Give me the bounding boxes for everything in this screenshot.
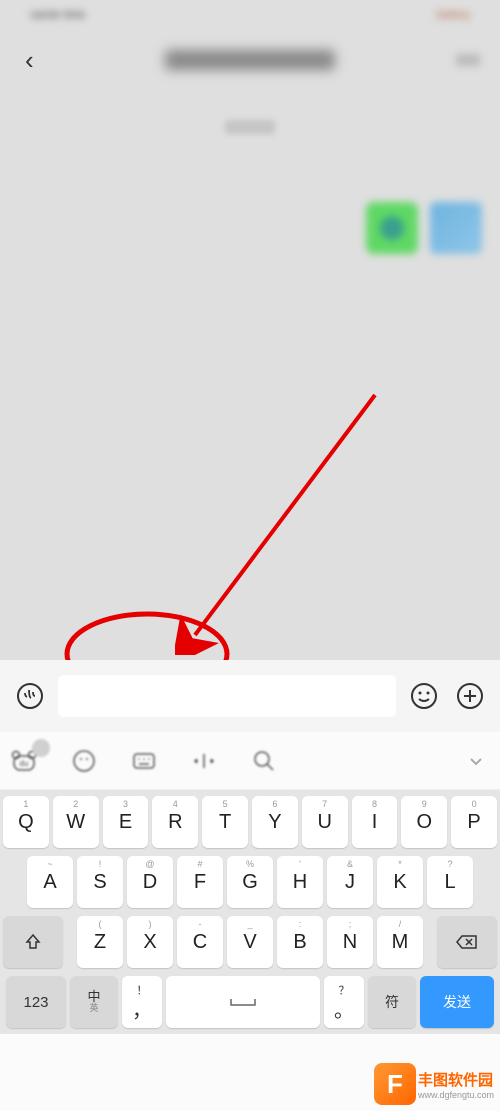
key-h[interactable]: 'H — [277, 856, 323, 908]
comma-main: ， — [132, 994, 152, 1023]
key-z[interactable]: (Z — [77, 916, 123, 968]
key-l[interactable]: ?L — [427, 856, 473, 908]
key-t[interactable]: 5T — [202, 796, 248, 848]
send-key[interactable]: 发送 — [420, 976, 494, 1028]
symbol-key[interactable]: 符 — [368, 976, 416, 1028]
key-p[interactable]: 0P — [451, 796, 497, 848]
lang-bot: 英 — [89, 1004, 98, 1014]
avatar[interactable] — [430, 202, 482, 254]
key-n[interactable]: ;N — [327, 916, 373, 968]
watermark-title: 丰图软件园 — [418, 1069, 494, 1090]
key-r[interactable]: 4R — [152, 796, 198, 848]
message-bubble[interactable] — [366, 202, 418, 254]
plus-button[interactable] — [452, 678, 488, 714]
chat-area — [0, 90, 500, 660]
key-i[interactable]: 8I — [352, 796, 398, 848]
key-x[interactable]: )X — [127, 916, 173, 968]
status-left: carrier time — [30, 9, 85, 21]
space-key[interactable] — [166, 976, 320, 1028]
cursor-tool-icon[interactable] — [190, 747, 218, 775]
more-button[interactable] — [456, 54, 480, 66]
status-right: battery — [436, 9, 470, 21]
bottom-row: 123 中 英 ！ ， ？ 。 符 发送 — [3, 976, 497, 1028]
key-b[interactable]: :B — [277, 916, 323, 968]
key-v[interactable]: _V — [227, 916, 273, 968]
timestamp — [225, 120, 275, 134]
status-bar: carrier time battery — [0, 0, 500, 30]
key-j[interactable]: &J — [327, 856, 373, 908]
key-row-1: 1Q2W3E4R5T6Y7U8I9O0P — [3, 796, 497, 848]
watermark: F 丰图软件园 www.dgfengtu.com — [374, 1063, 494, 1105]
search-tool-icon[interactable] — [250, 747, 278, 775]
key-u[interactable]: 7U — [302, 796, 348, 848]
watermark-url: www.dgfengtu.com — [418, 1090, 494, 1100]
header: ‹ — [0, 30, 500, 90]
key-y[interactable]: 6Y — [252, 796, 298, 848]
input-bar — [0, 660, 500, 732]
key-rows: 1Q2W3E4R5T6Y7U8I9O0P ~A!S@D#F%G'H&J*K?L … — [0, 790, 500, 1034]
key-a[interactable]: ~A — [27, 856, 73, 908]
svg-text:du: du — [20, 759, 29, 768]
key-d[interactable]: @D — [127, 856, 173, 908]
key-g[interactable]: %G — [227, 856, 273, 908]
comma-key[interactable]: ！ ， — [122, 976, 162, 1028]
backspace-key[interactable] — [437, 916, 497, 968]
voice-button[interactable] — [12, 678, 48, 714]
numeric-key[interactable]: 123 — [6, 976, 66, 1028]
keyboard: du 1Q2W3E4R5T6Y7U8I9O0P ~A!S@D#F%G'H&J*K… — [0, 732, 500, 1111]
key-c[interactable]: -C — [177, 916, 223, 968]
shift-key[interactable] — [3, 916, 63, 968]
emoji-tool-icon[interactable] — [70, 747, 98, 775]
key-s[interactable]: !S — [77, 856, 123, 908]
collapse-keyboard-icon[interactable] — [462, 747, 490, 775]
period-key[interactable]: ？ 。 — [324, 976, 364, 1028]
key-e[interactable]: 3E — [103, 796, 149, 848]
key-q[interactable]: 1Q — [3, 796, 49, 848]
notification-badge-icon — [32, 739, 50, 757]
key-w[interactable]: 2W — [53, 796, 99, 848]
key-k[interactable]: *K — [377, 856, 423, 908]
text-input[interactable] — [58, 675, 396, 717]
bear-icon[interactable]: du — [10, 747, 38, 775]
keyboard-toolbar: du — [0, 732, 500, 790]
key-row-3: (Z)X-C_V:B;N/M — [3, 916, 497, 968]
watermark-logo: F — [374, 1063, 416, 1105]
language-key[interactable]: 中 英 — [70, 976, 118, 1028]
key-m[interactable]: /M — [377, 916, 423, 968]
back-button[interactable]: ‹ — [15, 40, 44, 81]
emoji-button[interactable] — [406, 678, 442, 714]
key-row-2: ~A!S@D#F%G'H&J*K?L — [3, 856, 497, 908]
key-o[interactable]: 9O — [401, 796, 447, 848]
chat-title — [165, 50, 335, 70]
keyboard-tool-icon[interactable] — [130, 747, 158, 775]
key-f[interactable]: #F — [177, 856, 223, 908]
period-main: 。 — [334, 994, 354, 1023]
